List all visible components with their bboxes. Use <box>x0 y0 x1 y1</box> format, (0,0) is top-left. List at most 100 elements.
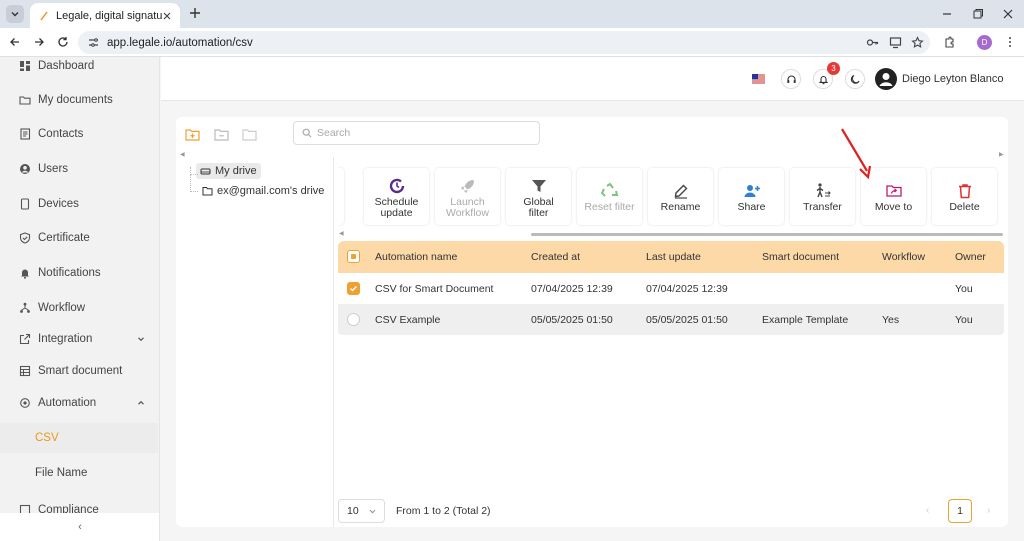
column-header-created-at[interactable]: Created at <box>531 241 580 273</box>
share-button[interactable]: Share <box>719 168 784 225</box>
key-icon[interactable] <box>866 36 879 49</box>
user-avatar[interactable] <box>875 68 897 90</box>
cell-created-at: 05/05/2025 01:50 <box>531 313 613 326</box>
sidebar-item-integration[interactable]: Integration <box>0 324 159 354</box>
sidebar-item-contacts[interactable]: Contacts <box>0 119 159 149</box>
us-flag-icon[interactable] <box>752 74 765 84</box>
table-header: Automation name Created at Last update S… <box>338 241 1004 273</box>
sidebar-item-certificate[interactable]: Certificate <box>0 223 159 253</box>
cell-automation-name: CSV for Smart Document <box>375 282 494 295</box>
launch-workflow-button[interactable]: Launch Workflow <box>435 168 500 225</box>
partial-action-button[interactable]: e <box>339 168 344 225</box>
filter-icon <box>531 179 546 192</box>
toolbar-scroll-left-icon[interactable]: ◀ <box>339 230 344 237</box>
folder-move-icon <box>885 185 902 197</box>
contacts-icon <box>20 128 31 140</box>
tree-scroll-left-icon[interactable]: ◀ <box>180 151 185 158</box>
site-settings-icon[interactable] <box>88 37 99 48</box>
browser-tab[interactable]: Legale, digital signature <box>30 3 180 28</box>
search-placeholder: Search <box>317 127 351 139</box>
table-row[interactable]: CSV for Smart Document 07/04/2025 12:39 … <box>338 273 1004 304</box>
sidebar-subitem-csv[interactable]: CSV <box>0 423 158 453</box>
extensions-icon[interactable] <box>943 36 956 49</box>
clock-refresh-icon <box>389 178 404 193</box>
select-all-checkbox[interactable] <box>347 250 360 263</box>
current-page-button[interactable]: 1 <box>948 499 972 523</box>
minimize-icon[interactable] <box>941 8 953 20</box>
restore-icon[interactable] <box>972 8 984 20</box>
address-bar[interactable]: app.legale.io/automation/csv <box>78 31 930 54</box>
next-page-button[interactable]: › <box>987 505 990 516</box>
sidebar-item-label: Notifications <box>38 267 101 279</box>
workflow-icon <box>20 302 30 313</box>
forward-icon[interactable] <box>33 36 45 48</box>
cell-automation-name: CSV Example <box>375 313 441 326</box>
column-header-automation-name[interactable]: Automation name <box>375 241 457 273</box>
toolbar-scroll-right-icon[interactable]: ▶ <box>999 151 1004 158</box>
back-icon[interactable] <box>9 36 21 48</box>
close-tab-icon[interactable] <box>162 11 172 21</box>
new-tab-icon[interactable] <box>188 6 202 20</box>
delete-button[interactable]: Delete <box>932 168 997 225</box>
user-name[interactable]: Diego Leyton Blanco <box>902 73 1004 85</box>
chevron-up-icon <box>138 400 144 405</box>
prev-page-button[interactable]: ‹ <box>926 505 929 516</box>
table-row[interactable]: CSV Example 05/05/2025 01:50 05/05/2025 … <box>338 304 1004 335</box>
reload-icon[interactable] <box>57 36 69 48</box>
sidebar-item-smart-document[interactable]: Smart document <box>0 356 159 386</box>
tree-divider <box>333 157 334 527</box>
gear-icon <box>20 398 30 408</box>
sidebar-item-notifications[interactable]: Notifications <box>0 258 159 288</box>
profile-avatar[interactable]: D <box>977 35 992 50</box>
folder-edit-icon[interactable] <box>242 128 257 141</box>
page-size-select[interactable]: 10 <box>338 499 385 523</box>
grid-icon <box>19 365 31 377</box>
sidebar-item-my-documents[interactable]: My documents <box>0 85 159 115</box>
column-header-last-update[interactable]: Last update <box>646 241 701 273</box>
row-checkbox[interactable] <box>347 313 360 326</box>
sidebar-item-users[interactable]: Users <box>0 154 159 184</box>
sidebar-item-dashboard[interactable]: Dashboard <box>0 57 159 81</box>
device-icon <box>20 198 30 210</box>
tab-search-button[interactable] <box>6 5 24 23</box>
sidebar-item-label: Automation <box>38 397 97 409</box>
sidebar-item-devices[interactable]: Devices <box>0 189 159 219</box>
support-button[interactable] <box>781 69 801 89</box>
column-header-workflow[interactable]: Workflow <box>882 241 925 273</box>
sidebar-subitem-file-name[interactable]: File Name <box>0 458 159 488</box>
global-filter-button[interactable]: Global filter <box>506 168 571 225</box>
sidebar: Dashboard My documents Contacts Users De… <box>0 57 160 541</box>
sidebar-item-label: Users <box>38 163 69 175</box>
annotation-arrow-icon <box>841 128 872 180</box>
search-input[interactable]: Search <box>293 121 540 145</box>
folder-remove-icon[interactable] <box>214 128 229 141</box>
browser-toolbar: app.legale.io/automation/csv <box>0 28 1024 57</box>
column-header-owner[interactable]: Owner <box>955 241 986 273</box>
column-header-smart-document[interactable]: Smart document <box>762 241 839 273</box>
cell-created-at: 07/04/2025 12:39 <box>531 282 613 295</box>
sidebar-collapse-button[interactable]: ‹ <box>0 513 159 541</box>
sidebar-item-workflow[interactable]: Workflow <box>0 293 159 323</box>
tree-connector <box>190 167 198 175</box>
sidebar-item-label: Contacts <box>38 128 84 140</box>
browser-tab-title: Legale, digital signature <box>56 9 162 22</box>
tree-connector <box>190 175 198 192</box>
schedule-update-button[interactable]: Schedule update <box>364 168 429 225</box>
shield-check-icon <box>19 232 31 244</box>
bookmark-star-icon[interactable] <box>911 36 924 49</box>
user-icon <box>879 73 893 86</box>
toolbar-scrollbar[interactable] <box>531 233 1003 236</box>
row-checkbox[interactable] <box>347 282 360 295</box>
cell-last-update: 05/05/2025 01:50 <box>646 313 728 326</box>
rename-button[interactable]: Rename <box>648 168 713 225</box>
browser-menu-icon[interactable] <box>1004 36 1016 48</box>
new-folder-icon[interactable] <box>185 128 200 141</box>
reset-filter-button[interactable]: Reset filter <box>577 168 642 225</box>
tree-node-shared-drive[interactable]: ex@gmail.com's drive <box>198 183 328 199</box>
sidebar-item-automation[interactable]: Automation <box>0 388 159 418</box>
install-app-icon[interactable] <box>889 36 902 49</box>
close-window-icon[interactable] <box>1002 8 1014 20</box>
action-label: Schedule <box>374 195 419 208</box>
theme-toggle-button[interactable] <box>845 69 865 89</box>
tree-node-my-drive[interactable]: My drive <box>196 163 261 179</box>
